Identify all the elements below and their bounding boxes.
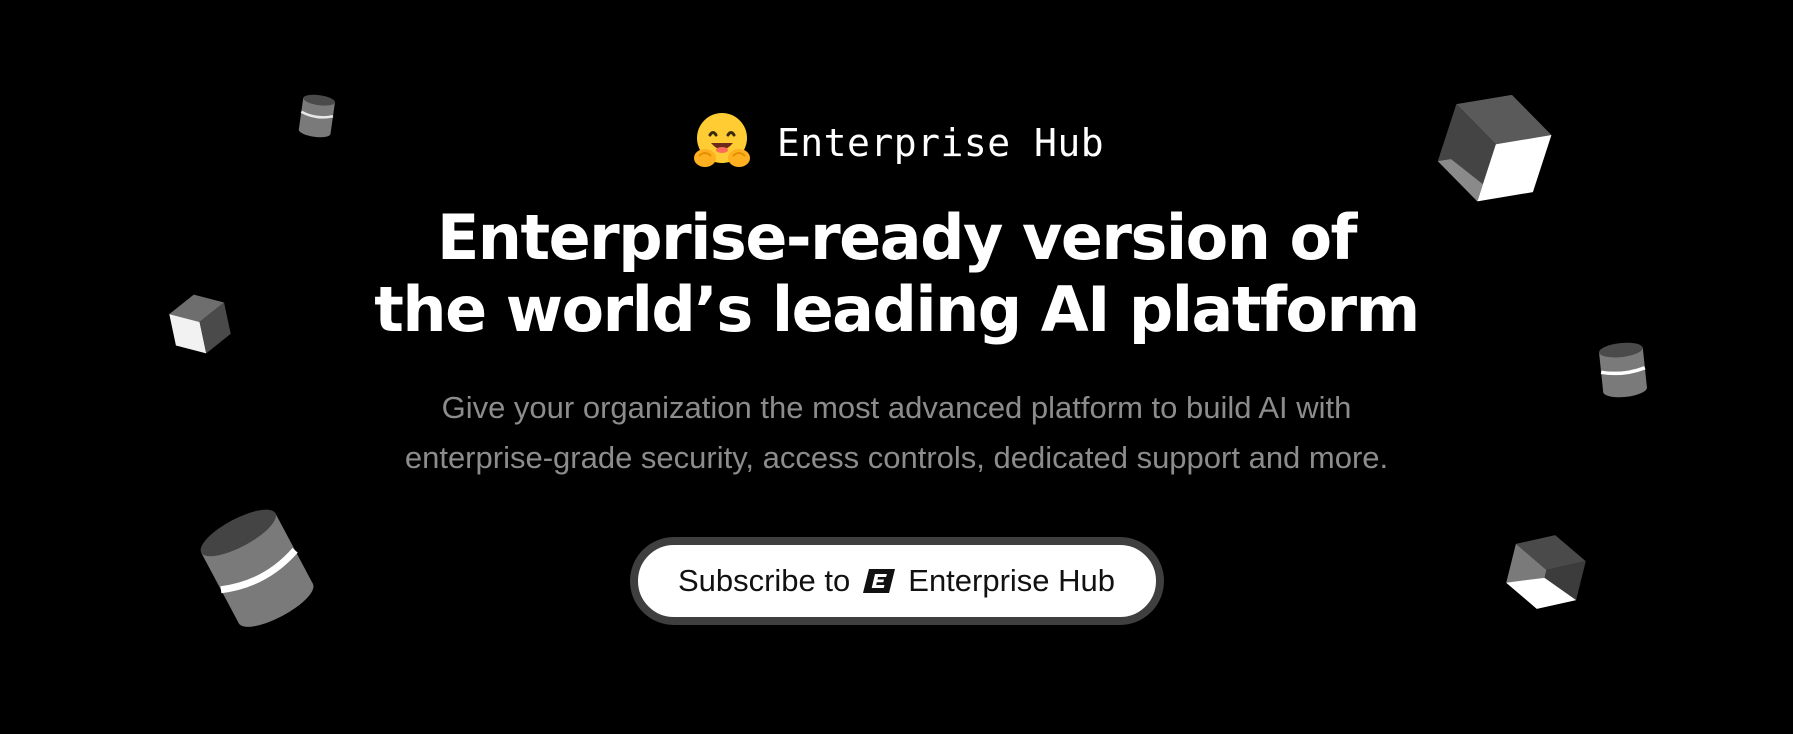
brand-name: Enterprise Hub — [776, 121, 1105, 165]
headline-line-2: the world’s leading AI platform — [374, 273, 1420, 346]
page-headline: Enterprise-ready version of the world’s … — [0, 202, 1793, 346]
cta-container: Subscribe to Enterprise Hub — [0, 537, 1793, 625]
subtext-line-2: enterprise-grade security, access contro… — [404, 440, 1389, 475]
subtext-line-1: Give your organization the most advanced… — [441, 390, 1352, 425]
brand-lockup: Enterprise Hub — [0, 110, 1793, 172]
hugging-face-emoji-icon — [693, 113, 750, 167]
subscribe-button-suffix: Enterprise Hub — [908, 563, 1116, 598]
hero-banner: Enterprise Hub Enterprise-ready version … — [0, 0, 1793, 734]
subscribe-button-prefix: Subscribe to — [677, 563, 851, 598]
page-subtext: Give your organization the most advanced… — [0, 383, 1793, 483]
subscribe-button[interactable]: Subscribe to Enterprise Hub — [629, 537, 1164, 625]
enterprise-e-badge-icon — [863, 569, 896, 593]
headline-line-1: Enterprise-ready version of — [436, 201, 1358, 274]
